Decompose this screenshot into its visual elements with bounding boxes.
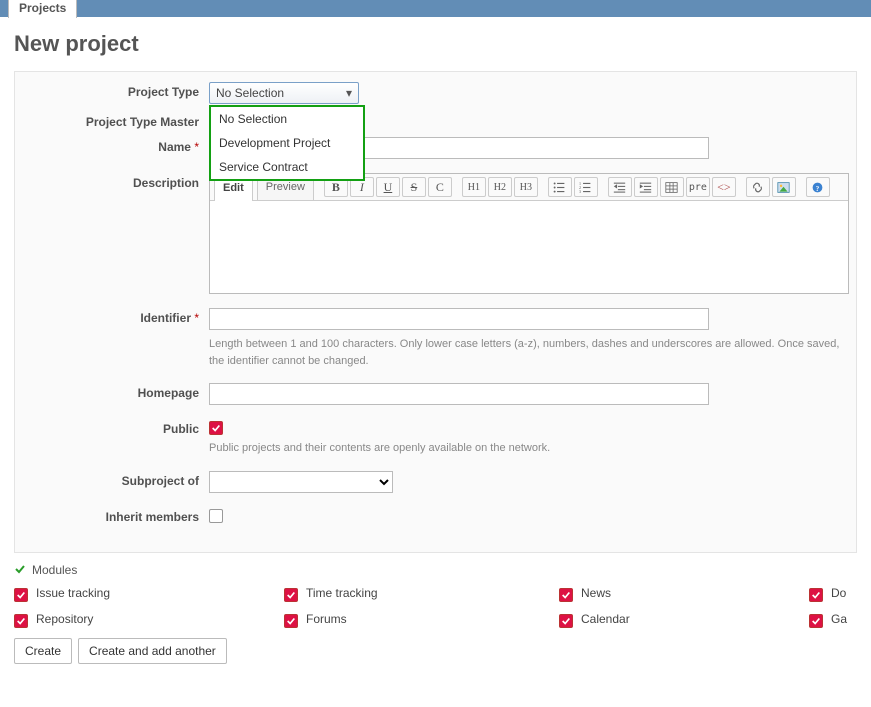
- project-type-option[interactable]: Service Contract: [211, 155, 363, 179]
- code-block-icon[interactable]: <>: [712, 177, 736, 197]
- pre-icon[interactable]: pre: [686, 177, 710, 197]
- image-icon[interactable]: [772, 177, 796, 197]
- tab-projects[interactable]: Projects: [8, 0, 77, 18]
- h3-icon[interactable]: H3: [514, 177, 538, 197]
- editor-tab-edit[interactable]: Edit: [214, 178, 253, 201]
- ordered-list-icon[interactable]: 123: [574, 177, 598, 197]
- module-checkbox[interactable]: [14, 588, 28, 602]
- inherit-label: Inherit members: [29, 507, 209, 524]
- module-checkbox[interactable]: [284, 588, 298, 602]
- name-label: Name: [158, 140, 191, 154]
- identifier-input[interactable]: [209, 308, 709, 330]
- tab-projects-label: Projects: [19, 1, 66, 15]
- project-type-options: No Selection Development Project Service…: [209, 105, 365, 181]
- table-icon[interactable]: [660, 177, 684, 197]
- module-label: Issue tracking: [36, 586, 110, 600]
- homepage-input[interactable]: [209, 383, 709, 405]
- module-checkbox[interactable]: [559, 614, 573, 628]
- public-checkbox[interactable]: [209, 421, 223, 435]
- homepage-label: Homepage: [29, 383, 209, 400]
- module-label: Do: [831, 586, 846, 600]
- form-panel: Project Type No Selection ▾ No Selection…: [14, 71, 857, 553]
- required-marker: *: [194, 311, 199, 325]
- module-label: Repository: [36, 612, 93, 626]
- project-type-selected: No Selection: [216, 86, 284, 100]
- module-label: Time tracking: [306, 586, 378, 600]
- module-checkbox[interactable]: [809, 588, 823, 602]
- link-icon[interactable]: [746, 177, 770, 197]
- description-label: Description: [29, 173, 209, 190]
- module-checkbox[interactable]: [14, 614, 28, 628]
- project-type-option[interactable]: No Selection: [211, 107, 363, 131]
- h2-icon[interactable]: H2: [488, 177, 512, 197]
- project-type-select[interactable]: No Selection ▾ No Selection Development …: [209, 82, 359, 104]
- outdent-icon[interactable]: [608, 177, 632, 197]
- module-label: News: [581, 586, 611, 600]
- underline-icon[interactable]: U: [376, 177, 400, 197]
- unordered-list-icon[interactable]: [548, 177, 572, 197]
- chevron-down-icon: ▾: [346, 86, 352, 100]
- identifier-hint: Length between 1 and 100 characters. Onl…: [209, 336, 842, 369]
- modules-header: Modules: [32, 563, 77, 577]
- module-checkbox[interactable]: [809, 614, 823, 628]
- indent-icon[interactable]: [634, 177, 658, 197]
- page-title: New project: [14, 31, 857, 57]
- module-checkbox[interactable]: [284, 614, 298, 628]
- create-and-add-another-button[interactable]: Create and add another: [78, 638, 227, 664]
- module-label: Calendar: [581, 612, 630, 626]
- identifier-label: Identifier: [140, 311, 191, 325]
- public-label: Public: [29, 419, 209, 436]
- module-label: Ga: [831, 612, 847, 626]
- inline-code-icon[interactable]: C: [428, 177, 452, 197]
- svg-text:3: 3: [579, 189, 581, 194]
- strike-icon[interactable]: S: [402, 177, 426, 197]
- required-marker: *: [194, 140, 199, 154]
- check-icon: [14, 563, 26, 578]
- project-type-master-label: Project Type Master: [29, 112, 209, 129]
- module-checkbox[interactable]: [559, 588, 573, 602]
- project-type-option[interactable]: Development Project: [211, 131, 363, 155]
- h1-icon[interactable]: H1: [462, 177, 486, 197]
- public-hint: Public projects and their contents are o…: [209, 440, 842, 457]
- svg-text:?: ?: [816, 183, 820, 192]
- description-textarea[interactable]: [210, 201, 848, 293]
- create-button[interactable]: Create: [14, 638, 72, 664]
- subproject-select[interactable]: [209, 471, 393, 493]
- description-editor: Edit Preview B I U S C H1 H2 H3: [209, 173, 849, 294]
- subproject-label: Subproject of: [29, 471, 209, 488]
- module-label: Forums: [306, 612, 347, 626]
- project-type-label: Project Type: [29, 82, 209, 99]
- inherit-checkbox[interactable]: [209, 509, 223, 523]
- help-icon[interactable]: ?: [806, 177, 830, 197]
